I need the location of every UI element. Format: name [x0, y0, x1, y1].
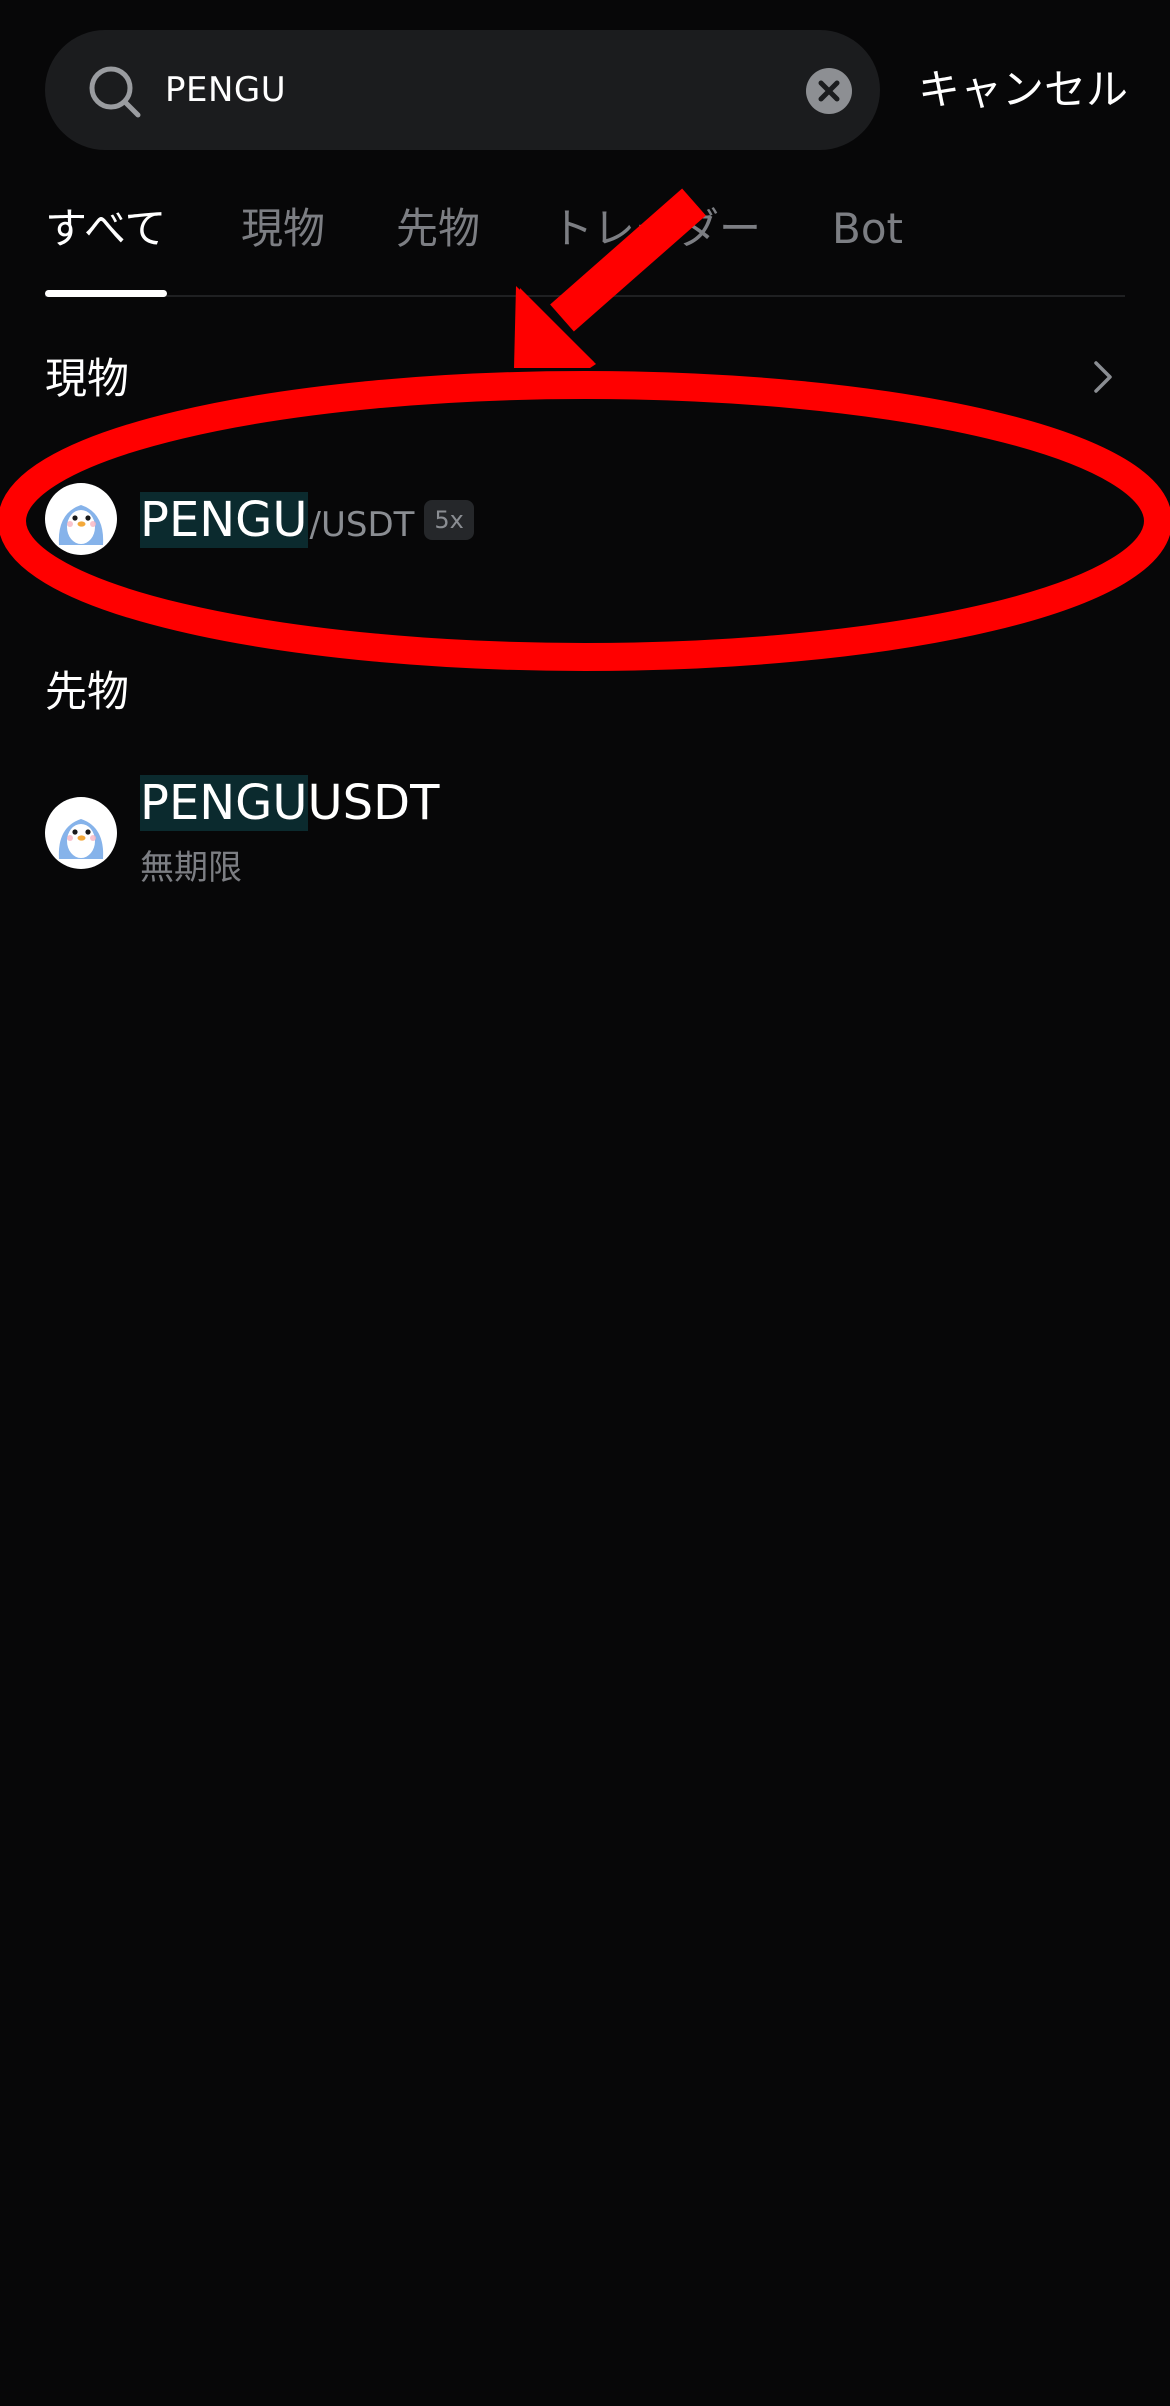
section-title-futures: 先物 — [45, 667, 130, 716]
futures-pair-suffix: USDT — [307, 775, 440, 831]
tab-futures[interactable]: 先物 — [396, 190, 480, 268]
pengu-avatar-icon — [45, 797, 117, 869]
cancel-button[interactable]: キャンセル — [918, 30, 1128, 150]
pengu-avatar-icon — [45, 483, 117, 555]
tab-traders[interactable]: トレーダー — [551, 190, 761, 268]
contract-type-label: 無期限 — [140, 848, 242, 888]
search-box[interactable]: PENGU — [45, 30, 880, 150]
tab-all[interactable]: すべて — [45, 190, 166, 268]
search-icon — [89, 66, 141, 118]
futures-result-row[interactable]: PENGU USDT 無期限 — [0, 775, 1170, 895]
search-match-highlight: PENGU — [140, 492, 308, 548]
search-input[interactable]: PENGU — [165, 30, 286, 150]
tab-spot[interactable]: 現物 — [241, 190, 325, 268]
chevron-right-icon[interactable] — [1088, 357, 1118, 397]
spot-result-row[interactable]: PENGU/USDT 5x — [0, 470, 1170, 570]
search-match-highlight: PENGU — [140, 775, 308, 831]
clear-icon[interactable] — [806, 68, 852, 114]
section-title-spot: 現物 — [45, 354, 130, 403]
spot-pair-name: PENGU/USDT 5x — [140, 492, 474, 548]
tab-bar: すべて 現物 先物 トレーダー Bot — [45, 190, 1125, 297]
quote-currency: /USDT — [309, 505, 415, 545]
leverage-badge: 5x — [424, 500, 474, 540]
futures-pair-name: PENGU USDT — [140, 775, 439, 831]
active-tab-indicator — [45, 290, 167, 297]
tab-bot[interactable]: Bot — [832, 190, 903, 268]
